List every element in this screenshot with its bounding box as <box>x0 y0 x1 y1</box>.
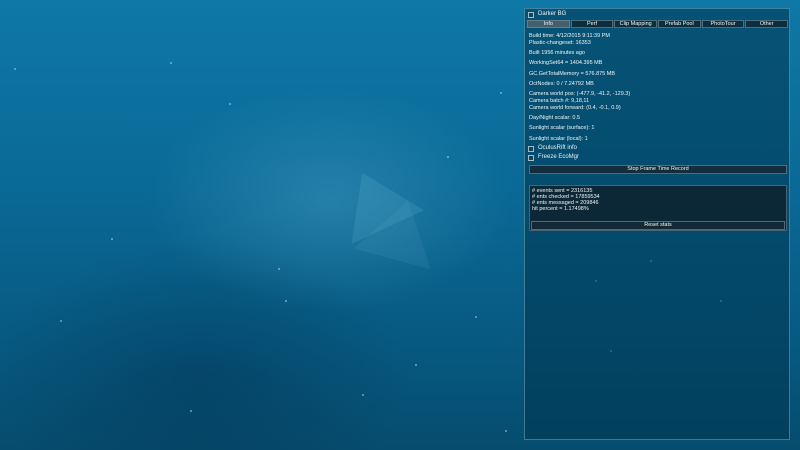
tab-bar: Info Perf Clip Mapping Prefab Pool Photo… <box>527 20 789 28</box>
tab-prefab-pool[interactable]: Prefab Pool <box>658 20 701 28</box>
built-ago: Built 1956 minutes ago <box>529 50 585 56</box>
freeze-ecomgr-checkbox[interactable] <box>528 155 534 161</box>
particle <box>111 238 113 240</box>
tab-info[interactable]: Info <box>527 20 570 28</box>
reset-stats-button[interactable]: Reset stats <box>531 221 785 230</box>
particle <box>475 316 477 318</box>
darker-bg-checkbox[interactable] <box>528 12 534 18</box>
particle <box>285 300 287 302</box>
hit-percent: hit percent = 1.17498% <box>532 206 589 212</box>
sunlight-scalar-local: Sunlight scalar (local): 1 <box>529 136 588 142</box>
darker-bg-label: Darker BG <box>538 11 567 18</box>
stats-box: # events sent = 2316135 # ents checked =… <box>529 185 787 231</box>
freeze-ecomgr-toggle[interactable]: Freeze EcoMgr <box>528 154 579 162</box>
working-set: WorkingSet64 = 1404.395 MB <box>529 60 603 66</box>
particle <box>447 156 449 158</box>
sunlight-scalar-surface: Sunlight scalar (surface): 1 <box>529 125 595 131</box>
particle <box>278 268 280 270</box>
particle <box>14 68 16 70</box>
particle <box>170 62 172 64</box>
particle <box>505 430 507 432</box>
gc-memory: GC.GetTotalMemory = 576.875 MB <box>529 71 616 77</box>
plastic-changeset: Plastic-changeset: 16353 <box>529 40 591 46</box>
camera-world-pos: Camera world pos: (-477.9, -41.2, -129.3… <box>529 91 631 97</box>
camera-batch: Camera batch #: 9,18,11 <box>529 98 590 104</box>
tab-phototour[interactable]: PhotoTour <box>701 20 745 28</box>
tab-perf[interactable]: Perf <box>570 20 614 28</box>
debug-panel: Darker BG Info Perf Clip Mapping Prefab … <box>524 8 790 440</box>
particle <box>190 410 192 412</box>
tab-clip-mapping[interactable]: Clip Mapping <box>614 20 658 28</box>
scene-light-shape <box>353 190 447 270</box>
camera-world-forward: Camera world forward: (0.4, -0.1, 0.9) <box>529 105 621 111</box>
build-time: Build time: 4/12/2015 9:11:39 PM <box>529 33 610 39</box>
oct-nodes: OctNodes: 0 / 7.24792 MB <box>529 81 594 87</box>
particle <box>60 320 62 322</box>
oculus-rift-checkbox[interactable] <box>528 146 534 152</box>
freeze-ecomgr-label: Freeze EcoMgr <box>538 154 580 161</box>
stop-frame-time-record-button[interactable]: Stop Frame Time Record <box>529 165 787 174</box>
darker-bg-toggle[interactable]: Darker BG <box>528 11 566 19</box>
particle <box>500 92 502 94</box>
tab-other[interactable]: Other <box>745 20 789 28</box>
particle <box>229 103 231 105</box>
particle <box>362 394 364 396</box>
day-night-scalar: Day/Night scalar: 0.5 <box>529 115 581 121</box>
oculus-rift-toggle[interactable]: OculusRift info <box>528 145 577 153</box>
particle <box>415 364 417 366</box>
oculus-rift-label: OculusRift info <box>538 145 578 152</box>
